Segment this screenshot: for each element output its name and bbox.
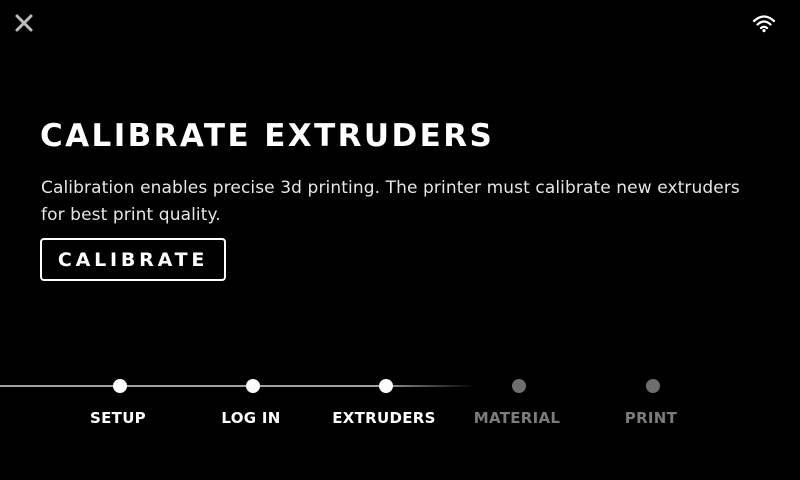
page-description: Calibration enables precise 3d printing.… xyxy=(41,178,740,225)
step-dot-setup xyxy=(113,379,127,393)
step-label-extruders: EXTRUDERS xyxy=(332,409,436,427)
step-label-setup: SETUP xyxy=(90,409,146,427)
step-label-material: MATERIAL xyxy=(473,409,561,427)
wifi-icon xyxy=(752,15,776,33)
step-dot-material xyxy=(512,379,526,393)
calibrate-button[interactable]: CALIBRATE xyxy=(40,238,226,281)
page-title: CALIBRATE EXTRUDERS xyxy=(40,118,495,154)
step-label-log-in: LOG IN xyxy=(221,409,281,427)
progress-track xyxy=(0,379,660,393)
setup-progress: SETUP LOG IN EXTRUDERS MATERIAL PRINT xyxy=(0,370,800,450)
progress-line-fade xyxy=(386,385,476,387)
close-icon[interactable] xyxy=(13,12,35,34)
step-dot-extruders xyxy=(379,379,393,393)
step-label-print: PRINT xyxy=(624,409,678,427)
step-dot-log-in xyxy=(246,379,260,393)
step-dot-print xyxy=(646,379,660,393)
